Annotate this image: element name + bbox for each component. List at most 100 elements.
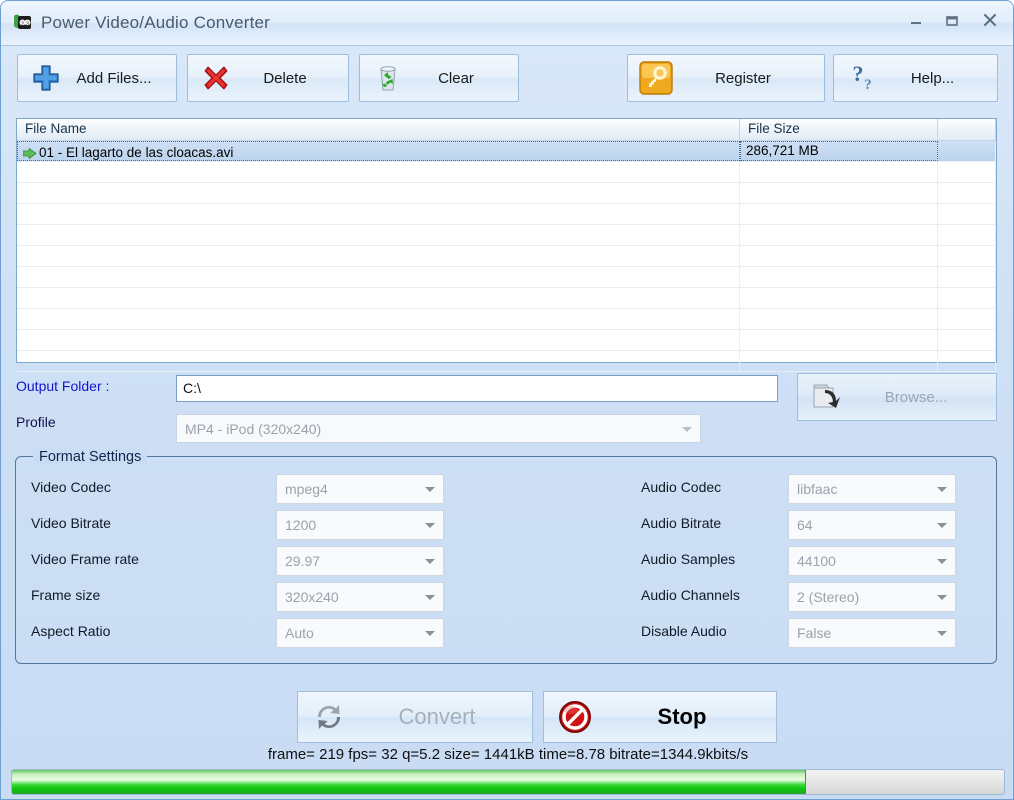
- cell-file-size: [740, 183, 938, 203]
- table-row-empty[interactable]: [17, 267, 996, 288]
- video-setting-select[interactable]: 29.97: [276, 546, 444, 576]
- file-name-text: 01 - El lagarto de las cloacas.avi: [39, 144, 234, 160]
- table-row-empty[interactable]: [17, 330, 996, 351]
- audio-setting-label: Audio Codec: [641, 479, 722, 495]
- profile-select[interactable]: MP4 - iPod (320x240): [176, 414, 701, 443]
- register-label: Register: [715, 69, 771, 87]
- file-list-body: 01 - El lagarto de las cloacas.avi 286,72…: [17, 141, 996, 372]
- maximize-button[interactable]: [937, 11, 967, 35]
- chevron-down-icon: [425, 595, 435, 600]
- chevron-down-icon: [937, 595, 947, 600]
- delete-label: Delete: [263, 69, 307, 87]
- audio-setting-value: 2 (Stereo): [797, 589, 860, 605]
- cell-file-size: [740, 162, 938, 182]
- audio-setting-label: Audio Channels: [641, 587, 740, 603]
- cell-file-size: 286,721 MB: [740, 141, 938, 161]
- cell-file-size: [740, 288, 938, 308]
- chevron-down-icon: [937, 631, 947, 636]
- video-setting-value: Auto: [285, 625, 314, 641]
- cell-extra: [938, 246, 996, 266]
- cell-file-size: [740, 267, 938, 287]
- format-settings-legend: Format Settings: [33, 449, 148, 465]
- cell-file-size: [740, 330, 938, 350]
- table-row-empty[interactable]: [17, 351, 996, 372]
- stop-sign-icon: [544, 698, 606, 736]
- audio-setting-label: Disable Audio: [641, 623, 727, 639]
- video-setting-value: 320x240: [285, 589, 339, 605]
- audio-setting-select[interactable]: libfaac: [788, 474, 956, 504]
- video-setting-value: 1200: [285, 517, 317, 533]
- video-setting-select[interactable]: Auto: [276, 618, 444, 648]
- cell-file-size: [740, 204, 938, 224]
- chevron-down-icon: [425, 523, 435, 528]
- audio-setting-label: Audio Bitrate: [641, 515, 722, 531]
- audio-setting-select[interactable]: 2 (Stereo): [788, 582, 956, 612]
- title-bar: 2 3 Power Video/Audio Converter: [1, 1, 1013, 46]
- cell-file-size: [740, 225, 938, 245]
- plus-icon: [24, 63, 68, 93]
- column-header-extra[interactable]: [938, 119, 996, 140]
- cell-file-name: [17, 162, 740, 182]
- file-list[interactable]: File Name File Size 01 - El lagarto de l…: [16, 118, 997, 372]
- audio-setting-value: libfaac: [797, 481, 838, 497]
- column-header-file-size[interactable]: File Size: [740, 119, 938, 140]
- minimize-button[interactable]: [901, 11, 931, 35]
- cell-file-size: [740, 309, 938, 329]
- video-setting-label: Frame size: [31, 587, 101, 603]
- audio-setting-value: 64: [797, 517, 813, 533]
- cell-file-name: [17, 330, 740, 350]
- app-window: 2 3 Power Video/Audio Converter Add File…: [0, 0, 1014, 800]
- table-row-empty[interactable]: [17, 225, 996, 246]
- clear-button[interactable]: Clear: [359, 54, 519, 102]
- chevron-down-icon: [937, 523, 947, 528]
- stop-label: Stop: [657, 704, 707, 729]
- red-x-icon: [194, 63, 238, 93]
- table-row-empty[interactable]: [17, 309, 996, 330]
- video-setting-label: Aspect Ratio: [31, 623, 111, 639]
- help-button[interactable]: ? ? Help...: [833, 54, 998, 102]
- table-row-empty[interactable]: [17, 288, 996, 309]
- output-folder-input[interactable]: C:\: [176, 375, 778, 402]
- table-row-empty[interactable]: [17, 246, 996, 267]
- cell-file-name: [17, 351, 740, 371]
- cell-extra: [938, 162, 996, 182]
- cell-extra: [938, 267, 996, 287]
- cell-extra: [938, 309, 996, 329]
- video-setting-select[interactable]: 320x240: [276, 582, 444, 612]
- register-button[interactable]: Register: [627, 54, 825, 102]
- close-button[interactable]: [975, 11, 1005, 35]
- add-files-button[interactable]: Add Files...: [17, 54, 177, 102]
- cell-extra: [938, 351, 996, 371]
- key-icon: [634, 61, 678, 95]
- cell-extra: [938, 141, 996, 161]
- convert-label: Convert: [398, 704, 476, 729]
- audio-setting-select[interactable]: 64: [788, 510, 956, 540]
- chevron-down-icon: [937, 487, 947, 492]
- stop-button[interactable]: Stop: [543, 691, 777, 743]
- video-setting-select[interactable]: mpeg4: [276, 474, 444, 504]
- add-files-label: Add Files...: [76, 69, 152, 87]
- cell-file-name: [17, 246, 740, 266]
- help-label: Help...: [910, 69, 955, 87]
- video-setting-row: Video Bitrate 1200: [31, 510, 456, 540]
- table-row-empty[interactable]: [17, 162, 996, 183]
- file-list-header: File Name File Size: [17, 119, 996, 141]
- table-row-empty[interactable]: [17, 204, 996, 225]
- video-setting-row: Frame size 320x240: [31, 582, 456, 612]
- cell-file-name: [17, 183, 740, 203]
- cell-file-name: [17, 309, 740, 329]
- cell-file-name: [17, 267, 740, 287]
- question-mark-icon: ? ?: [840, 62, 884, 94]
- refresh-icon: [298, 698, 360, 736]
- table-row-empty[interactable]: [17, 183, 996, 204]
- convert-button[interactable]: Convert: [297, 691, 533, 743]
- browse-button[interactable]: Browse...: [797, 373, 997, 421]
- delete-button[interactable]: Delete: [187, 54, 349, 102]
- audio-setting-select[interactable]: False: [788, 618, 956, 648]
- table-row[interactable]: 01 - El lagarto de las cloacas.avi 286,72…: [17, 141, 996, 162]
- audio-setting-row: Disable Audio False: [641, 618, 968, 648]
- video-setting-select[interactable]: 1200: [276, 510, 444, 540]
- audio-setting-select[interactable]: 44100: [788, 546, 956, 576]
- column-header-file-name[interactable]: File Name: [17, 119, 740, 140]
- audio-setting-row: Audio Samples 44100: [641, 546, 968, 576]
